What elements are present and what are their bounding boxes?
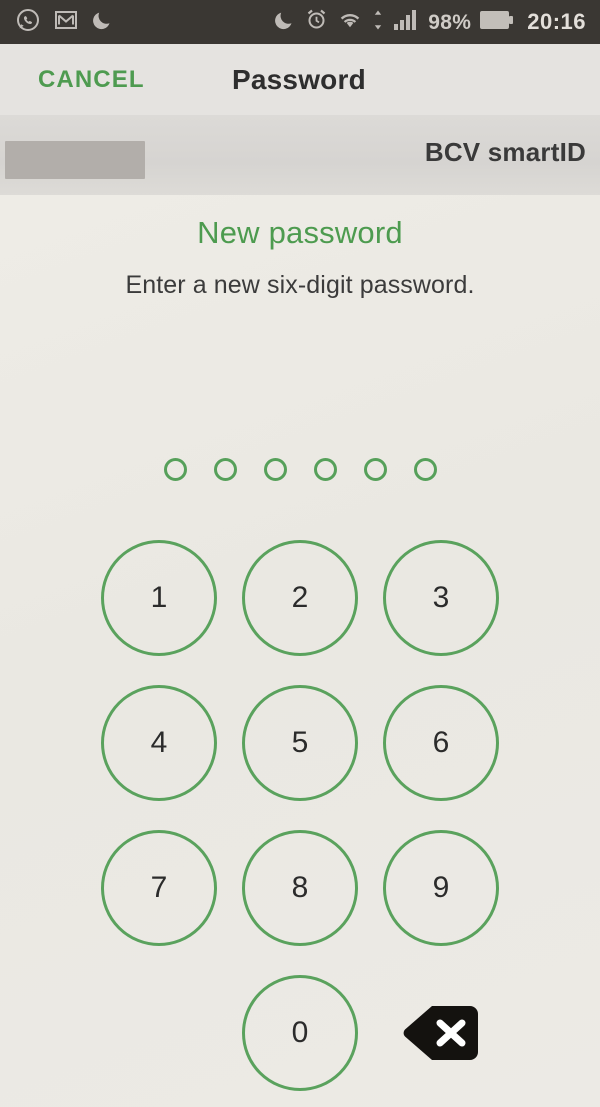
gmail-icon (54, 9, 78, 36)
keypad-key-9[interactable]: 9 (383, 829, 499, 946)
keypad-key-5[interactable]: 5 (242, 684, 358, 801)
pin-dot-6 (413, 458, 437, 481)
wifi-icon (337, 9, 363, 35)
keypad-key-2[interactable]: 2 (242, 539, 358, 656)
phone-screen: 98% 20:16 CANCEL Password BCV smartID Ne… (0, 0, 600, 1107)
keypad-row-2: 456 (0, 670, 600, 815)
keypad-key-1[interactable]: 1 (101, 539, 217, 656)
signal-bars-icon (393, 9, 419, 36)
main-content: New password Enter a new six-digit passw… (0, 195, 600, 1107)
clock-label: 20:16 (527, 9, 586, 34)
redacted-account-field (5, 141, 145, 179)
status-bar: 98% 20:16 (0, 0, 600, 44)
keypad-key-7[interactable]: 7 (101, 829, 217, 946)
keypad-key-8[interactable]: 8 (242, 829, 358, 946)
keypad-key-4[interactable]: 4 (101, 684, 217, 801)
brand-label: BCV smartID (424, 137, 586, 167)
keypad-key-3[interactable]: 3 (383, 539, 499, 656)
keypad-row-1: 123 (0, 525, 600, 670)
battery-percent-label: 98% (428, 10, 472, 34)
do-not-disturb-moon-icon (92, 9, 114, 36)
pin-dot-2 (213, 458, 237, 481)
moon-icon (274, 9, 296, 36)
pin-dot-3 (263, 458, 287, 481)
backspace-delete-icon[interactable] (402, 1004, 480, 1062)
pin-dots-indicator (0, 458, 600, 481)
alarm-clock-icon (305, 8, 328, 36)
pin-dot-1 (163, 458, 187, 481)
cancel-button[interactable]: CANCEL (38, 66, 145, 94)
keypad-key-6[interactable]: 6 (383, 684, 499, 801)
battery-icon (480, 10, 514, 35)
keypad-row-4: 0 (0, 960, 600, 1105)
status-bar-notifications (16, 8, 114, 37)
numeric-keypad: 1234567890 (0, 525, 600, 1105)
section-subheading: Enter a new six-digit password. (125, 271, 475, 299)
app-bar: CANCEL Password (0, 44, 600, 115)
pin-dot-5 (363, 458, 387, 481)
account-bar: BCV smartID (0, 115, 600, 195)
status-bar-system: 98% 20:16 (274, 8, 586, 36)
keypad-backspace-slot (383, 975, 499, 1091)
mobile-data-arrows-icon (372, 9, 384, 36)
section-heading: New password (197, 215, 403, 250)
page-title: Password (232, 63, 366, 95)
keypad-row-3: 789 (0, 815, 600, 960)
whatsapp-icon (16, 8, 40, 37)
pin-dot-4 (313, 458, 337, 481)
keypad-key-0[interactable]: 0 (242, 974, 358, 1091)
